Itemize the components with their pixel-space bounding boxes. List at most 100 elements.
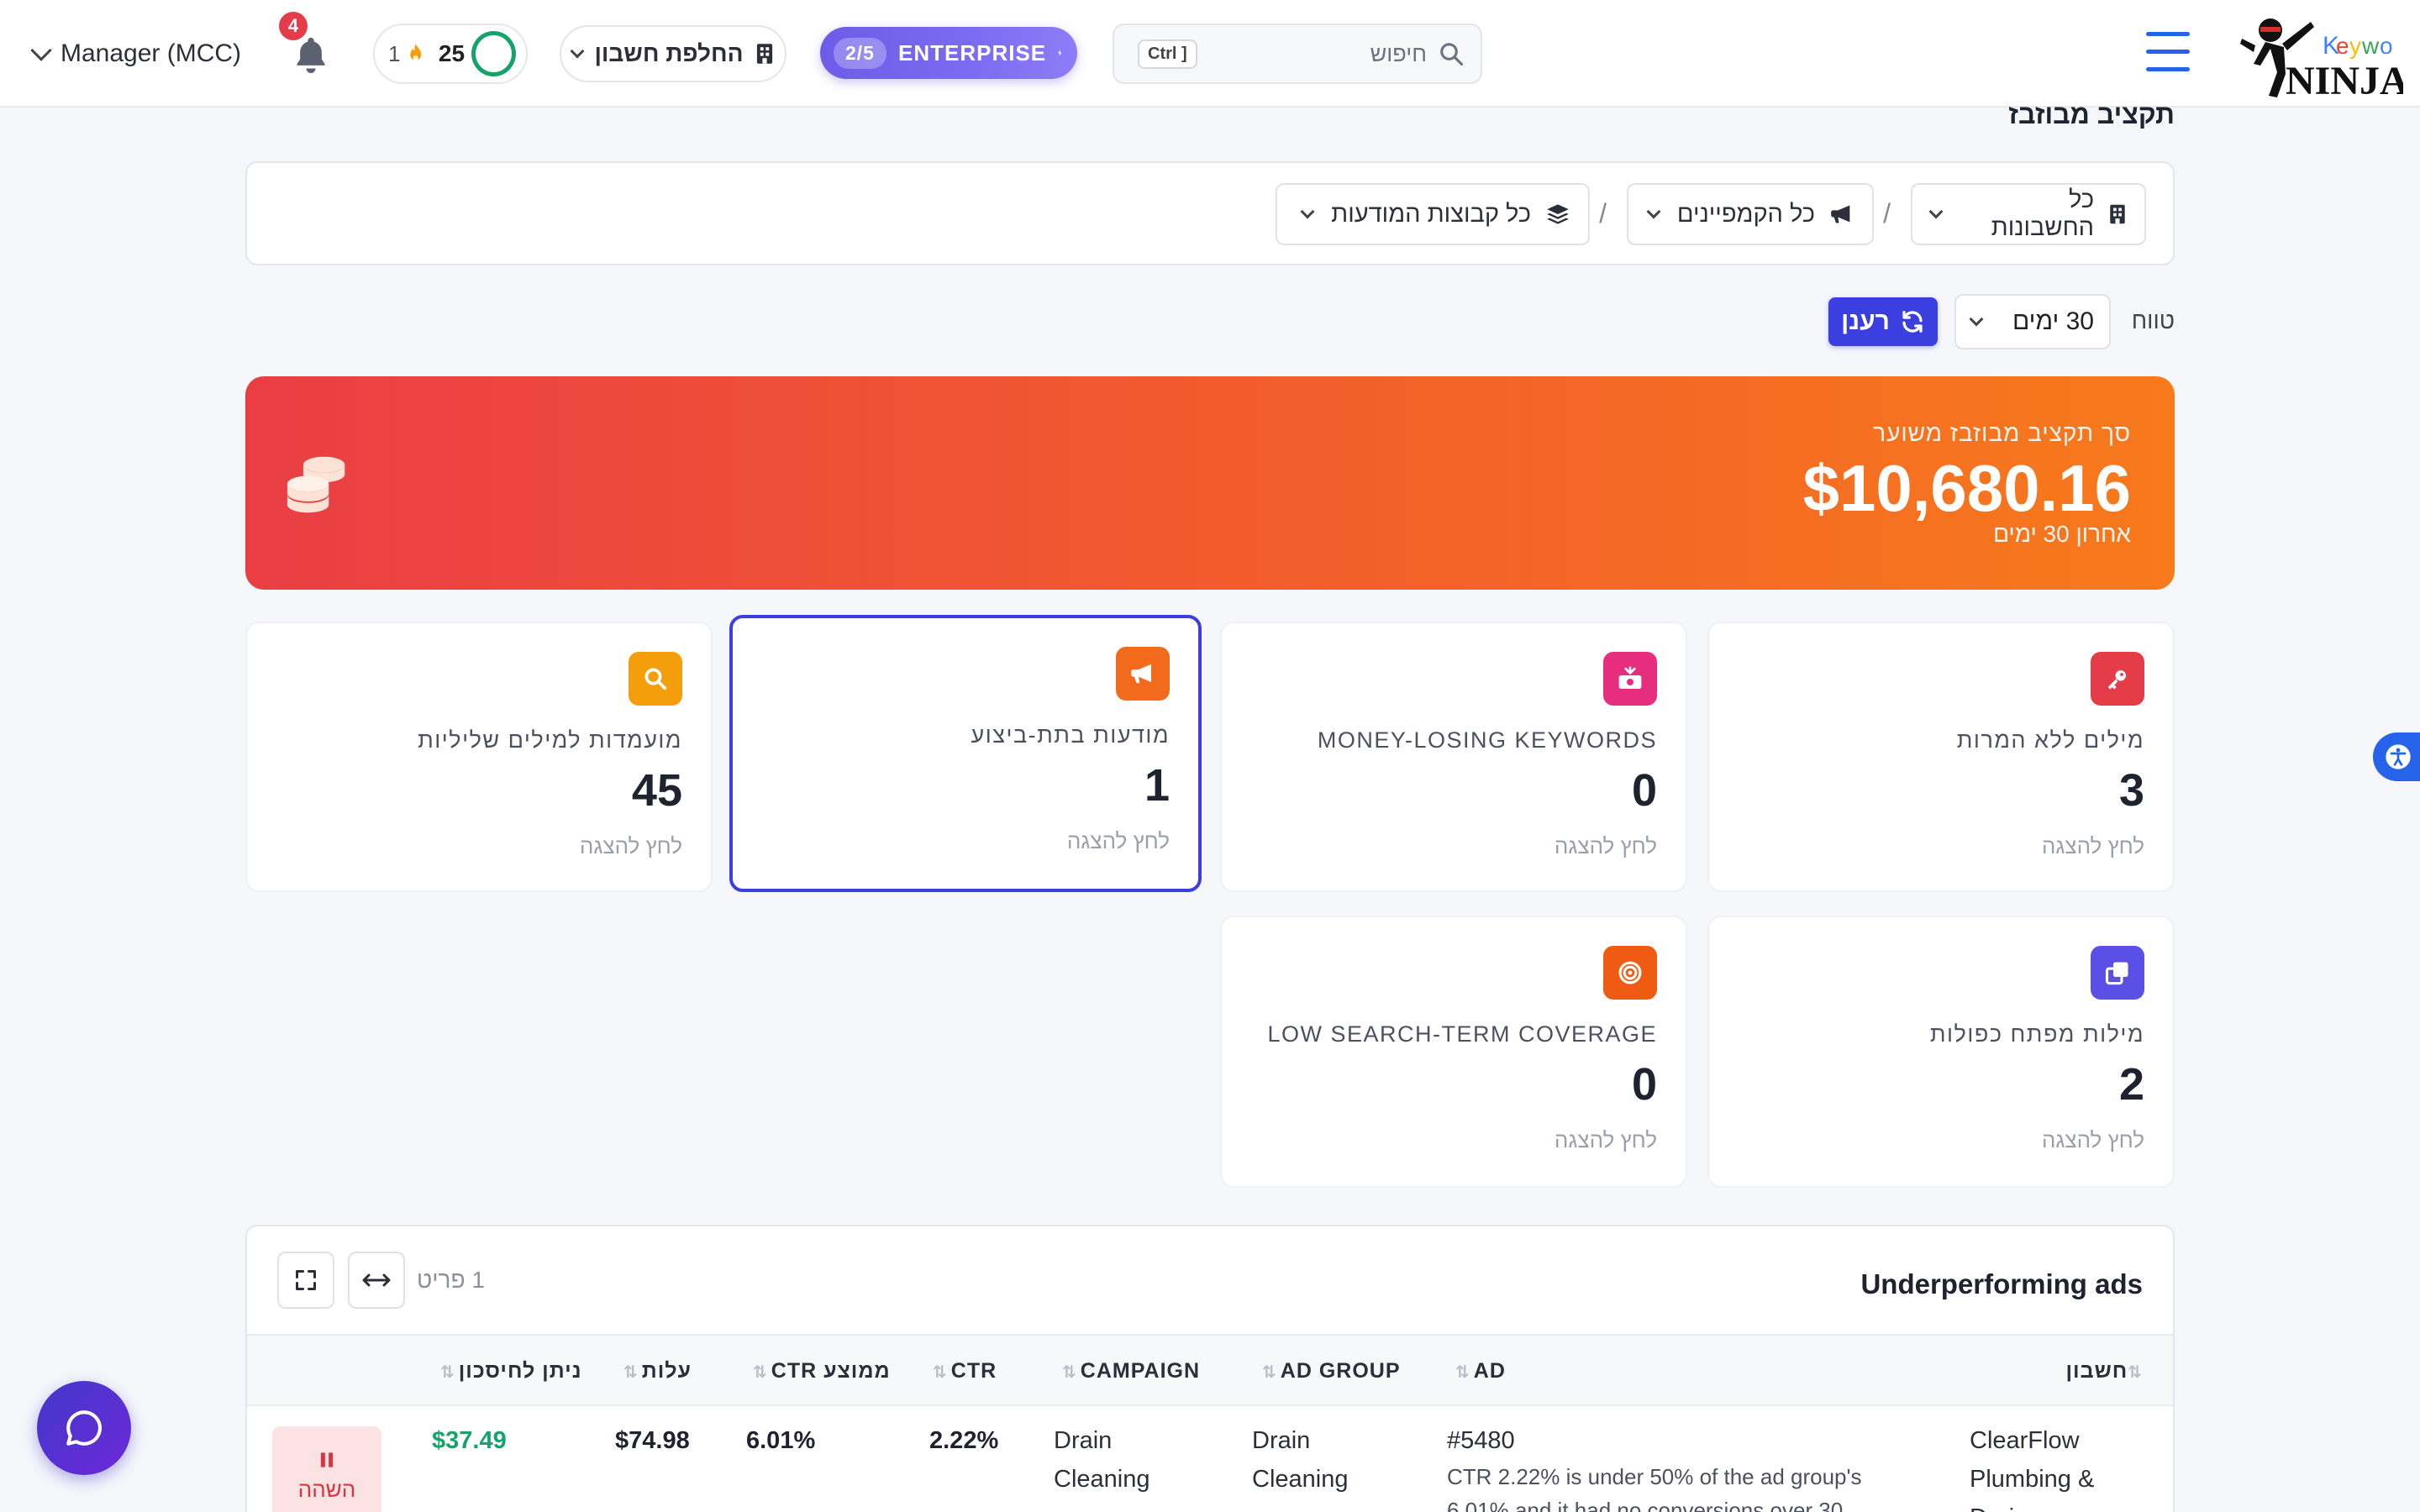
cell-ad-group: Drain Cleaning	[1252, 1427, 1349, 1493]
accounts-filter-label: כל החשבונות	[1991, 186, 2095, 241]
accessibility-button[interactable]	[2373, 732, 2420, 781]
metric-card-title: מודעות בתת-ביצוע	[971, 722, 1170, 748]
notification-count-badge: 4	[279, 12, 308, 40]
column-header-savings[interactable]: ⇅ ניתן לחיסכון	[440, 1359, 582, 1383]
progress-ring	[471, 31, 516, 76]
page-title: תקציב מבוזבז	[2008, 99, 2175, 129]
cell-cost: $74.98	[615, 1427, 690, 1454]
bolt-icon	[1058, 50, 1062, 56]
sort-icon: ⇅	[623, 1363, 639, 1382]
metric-card-no-conversions[interactable]: מילים ללא המרות 3 לחץ להצגה	[1707, 622, 2175, 892]
expand-width-button[interactable]	[348, 1252, 405, 1309]
account-selector[interactable]: Manager (MCC)	[30, 34, 242, 74]
column-header-avg-ctr[interactable]: ⇅ CTR ממוצע	[753, 1359, 891, 1383]
metric-card-title: LOW SEARCH-TERM COVERAGE	[1267, 1021, 1657, 1047]
table-title: Underperforming ads	[1860, 1268, 2143, 1299]
metric-card-duplicate-keywords[interactable]: מילות מפתח כפולות 2 לחץ להצגה	[1707, 916, 2175, 1188]
column-header-ctr[interactable]: ⇅ CTR	[933, 1359, 997, 1383]
cell-avg-ctr: 6.01%	[746, 1427, 816, 1454]
cell-account: ClearFlow Plumbing & Drain	[1970, 1427, 2095, 1512]
metric-card-hint: לחץ להצגה	[1066, 828, 1170, 853]
wasted-budget-banner: סך תקציב מבוזבז משוער $10,680.16 אחרון 3…	[245, 376, 2175, 590]
metric-card-value: 1	[1144, 760, 1170, 811]
sort-icon: ⇅	[440, 1363, 455, 1382]
cell-savings: $37.49	[432, 1427, 507, 1454]
arrows-horizontal-icon	[362, 1273, 391, 1287]
metric-card-negative-candidates[interactable]: מועמדות למילים שליליות 45 לחץ להצגה	[245, 622, 713, 892]
search-icon	[629, 652, 682, 706]
column-header-account[interactable]: חשבון⇅	[2066, 1359, 2147, 1383]
ninja-logo-icon: K e y w o NINJA	[2240, 18, 2409, 103]
underperforming-ads-table: Underperforming ads 1 פריט חשבון⇅ ⇅ AD ⇅ A…	[245, 1225, 2175, 1512]
gamification-widget[interactable]: 1 25	[373, 24, 528, 84]
brand-logo[interactable]: K e y w o NINJA	[2235, 5, 2409, 103]
filter-bar: כל החשבונות / כל הקמפיינים / כל קבוצות ה…	[245, 161, 2175, 265]
chevron-down-icon	[570, 44, 585, 59]
sort-icon: ⇅	[1062, 1363, 1077, 1382]
ad-description: CTR 2.22% is under 50% of the ad group's…	[1447, 1464, 1862, 1512]
plan-name: ENTERPRISE	[897, 39, 1047, 66]
column-header-ad[interactable]: ⇅ AD	[1455, 1359, 1506, 1383]
key-icon	[2091, 652, 2144, 706]
range-select[interactable]: 30 ימים	[1954, 294, 2111, 349]
chat-widget-button[interactable]	[37, 1381, 131, 1475]
megaphone-icon	[1116, 647, 1170, 701]
xp-points: 25	[438, 40, 466, 66]
search-box[interactable]: Ctrl ] חיפוש	[1113, 24, 1482, 84]
search-input[interactable]: חיפוש	[1370, 41, 1427, 67]
fullscreen-button[interactable]	[277, 1252, 334, 1309]
svg-text:o: o	[2380, 33, 2393, 59]
search-shortcut-hint: Ctrl ]	[1138, 39, 1197, 69]
metric-card-hint: לחץ להצגה	[2041, 1127, 2144, 1152]
megaphone-icon	[1831, 205, 1850, 223]
switch-account-button[interactable]: החלפת חשבון	[560, 25, 786, 82]
chevron-down-icon	[1646, 204, 1661, 219]
breadcrumb-separator: /	[1883, 198, 1891, 228]
chevron-down-icon	[30, 39, 52, 61]
metric-card-value: 0	[1631, 765, 1657, 816]
menu-toggle-button[interactable]	[2146, 32, 2190, 76]
hamburger-icon-bar	[2146, 50, 2190, 54]
sort-icon: ⇅	[1262, 1363, 1277, 1382]
sort-icon: ⇅	[2128, 1363, 2143, 1382]
sort-icon: ⇅	[753, 1363, 768, 1382]
metric-card-title: MONEY-LOSING KEYWORDS	[1317, 727, 1657, 753]
metric-card-value: 2	[2118, 1059, 2144, 1110]
table-header-row: חשבון⇅ ⇅ AD ⇅ AD GROUP ⇅ CAMPAIGN ⇅ CTR ⇅ CTR…	[247, 1334, 2173, 1406]
cell-campaign: Drain Cleaning	[1054, 1427, 1150, 1493]
accounts-filter-dropdown[interactable]: כל החשבונות	[1911, 183, 2146, 245]
svg-text:w: w	[2361, 33, 2380, 59]
metric-card-underperforming-ads[interactable]: מודעות בתת-ביצוע 1 לחץ להצגה	[729, 615, 1202, 892]
refresh-icon	[1902, 311, 1923, 333]
campaigns-filter-dropdown[interactable]: כל הקמפיינים	[1627, 183, 1874, 245]
pause-icon	[320, 1452, 334, 1467]
column-header-ad-group[interactable]: ⇅ AD GROUP	[1262, 1359, 1401, 1383]
metric-card-value: 3	[2118, 765, 2144, 816]
building-icon	[2110, 204, 2125, 224]
chevron-down-icon	[1969, 312, 1984, 327]
column-header-campaign[interactable]: ⇅ CAMPAIGN	[1062, 1359, 1200, 1383]
cell-ad: #5480 CTR 2.22% is under 50% of the ad g…	[1447, 1421, 1918, 1512]
refresh-button[interactable]: רענן	[1828, 297, 1938, 346]
pause-ad-button[interactable]: השהה	[272, 1426, 381, 1512]
cell-ctr: 2.22%	[929, 1427, 999, 1454]
adgroups-filter-dropdown[interactable]: כל קבוצות המודעות	[1276, 183, 1590, 245]
target-icon	[1603, 946, 1657, 1000]
wasted-budget-period: אחרון 30 ימים	[1993, 521, 2131, 547]
flame-icon	[410, 44, 422, 61]
metric-card-title: מועמדות למילים שליליות	[418, 727, 682, 753]
range-label: טווח	[2131, 307, 2175, 333]
layers-icon	[1547, 204, 1569, 224]
metric-card-money-losing[interactable]: MONEY-LOSING KEYWORDS 0 לחץ להצגה	[1220, 622, 1687, 892]
notifications-button[interactable]: 4	[279, 12, 329, 76]
account-selector-label: Manager (MCC)	[60, 39, 242, 67]
breadcrumb-separator: /	[1599, 198, 1607, 228]
metric-card-hint: לחץ להצגה	[1554, 833, 1657, 858]
svg-text:e: e	[2336, 33, 2349, 59]
column-header-cost[interactable]: ⇅ עלות	[623, 1359, 692, 1383]
metric-card-low-coverage[interactable]: LOW SEARCH-TERM COVERAGE 0 לחץ להצגה	[1220, 916, 1687, 1188]
chat-bubble-icon	[66, 1410, 102, 1446]
metric-card-title: מילים ללא המרות	[1956, 727, 2144, 753]
wasted-budget-label: סך תקציב מבוזבז משוער	[1873, 420, 2131, 446]
plan-badge[interactable]: 2/5 ENTERPRISE	[820, 27, 1077, 79]
